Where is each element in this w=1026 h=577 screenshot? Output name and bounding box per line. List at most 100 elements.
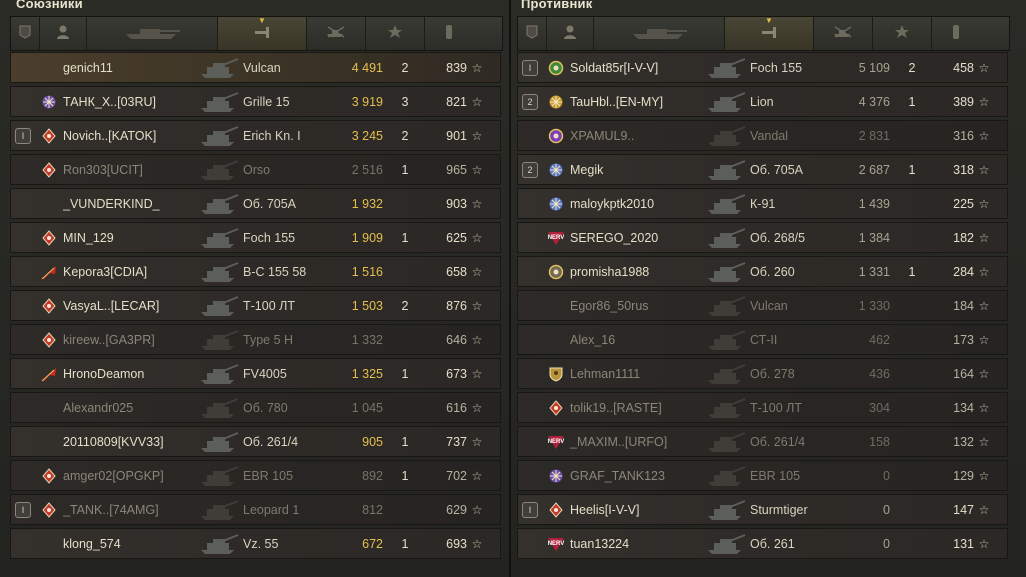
enemies-header-frags-column[interactable] xyxy=(814,17,873,50)
clan-cell xyxy=(542,60,570,76)
frags-value: 2 xyxy=(908,60,916,75)
tank-image xyxy=(193,393,243,422)
enemy-player-row[interactable]: GRAF_TANK123 EBR 105 0 129 ☆ xyxy=(517,460,1008,491)
ally-player-row[interactable]: VasyaL..[LECAR] Т-100 ЛТ 1 503 2 876 ☆ xyxy=(10,290,501,321)
clan-cell xyxy=(35,127,63,144)
allies-header-xp-star-column[interactable] xyxy=(366,17,425,50)
xp-value: 389 xyxy=(953,94,974,109)
tank-name: Vandal xyxy=(750,128,788,143)
player-name: SEREGO_2020 xyxy=(570,230,659,245)
player-name: Alexandr025 xyxy=(63,400,134,415)
clan-cell xyxy=(542,196,570,212)
player-name: Novich..[KATOK] xyxy=(63,128,157,143)
ally-player-row[interactable]: Ron303[UCIT] Orso 2 516 1 965 ☆ xyxy=(10,154,501,185)
enemy-player-row[interactable]: Egor86_50rus Vulcan 1 330 184 ☆ xyxy=(517,290,1008,321)
enemy-player-row[interactable]: Lehman1111 Об. 278 436 164 ☆ xyxy=(517,358,1008,389)
clan-cell xyxy=(35,297,63,314)
enemies-header-medal-column[interactable] xyxy=(932,17,980,50)
enemy-player-row[interactable]: maloykptk2010 К-91 1 439 225 ☆ xyxy=(517,188,1008,219)
ally-player-row[interactable]: ТАНК_Х..[03RU] Grille 15 3 919 3 821 ☆ xyxy=(10,86,501,117)
ally-player-row[interactable]: genich11 Vulcan 4 491 2 839 ☆ xyxy=(10,52,501,83)
ally-player-row[interactable]: kireew..[GA3PR] Type 5 H 1 332 646 ☆ xyxy=(10,324,501,355)
player-name: Soldat85r[I-V-V] xyxy=(570,60,659,75)
allies-header-medal-column[interactable] xyxy=(425,17,473,50)
ally-player-row[interactable]: 20110809[KVV33] Об. 261/4 905 1 737 ☆ xyxy=(10,426,501,457)
allies-header-player-column[interactable] xyxy=(40,17,87,50)
tank-image xyxy=(193,461,243,490)
xp-value: 225 xyxy=(953,196,974,211)
clan-ring-icon xyxy=(548,60,564,76)
enemy-player-row[interactable]: 2 TauHbl..[EN-MY] Lion 4 376 1 389 ☆ xyxy=(517,86,1008,117)
damage-value: 1 909 xyxy=(351,230,383,245)
enemy-player-row[interactable]: XPAMUL9.. Vandal 2 831 316 ☆ xyxy=(517,120,1008,151)
ally-player-row[interactable]: Alexandr025 Об. 780 1 045 616 ☆ xyxy=(10,392,501,423)
ally-player-row[interactable]: klong_574 Vz. 55 672 1 693 ☆ xyxy=(10,528,501,559)
enemy-player-row[interactable]: I Soldat85r[I-V-V] Foch 155 5 109 2 458 ☆ xyxy=(517,52,1008,83)
enemy-player-row[interactable]: tolik19..[RASTE] Т-100 ЛТ 304 134 ☆ xyxy=(517,392,1008,423)
enemies-header-damage-column[interactable]: ▼ xyxy=(725,17,814,50)
clan-cell: NERV xyxy=(542,434,570,450)
ally-player-row[interactable]: HronoDeamon FV4005 1 325 1 673 ☆ xyxy=(10,358,501,389)
allies-header-frags-column[interactable] xyxy=(307,17,366,50)
platoon-rank-icon: I xyxy=(15,501,31,518)
clan-crest-icon xyxy=(548,468,564,484)
tank-name: Т-100 ЛТ xyxy=(243,298,295,313)
allies-rows: genich11 Vulcan 4 491 2 839 ☆ ТАНК_Х..[03RU] Gr… xyxy=(10,52,501,562)
sort-marker-icon: ▼ xyxy=(765,16,773,25)
enemy-player-row[interactable]: 2 Megik Об. 705А 2 687 1 318 ☆ xyxy=(517,154,1008,185)
xp-value: 901 xyxy=(446,128,467,143)
ally-player-row[interactable]: I _TANK..[74AMG] Leopard 1 812 629 ☆ xyxy=(10,494,501,525)
allies-header-damage-column[interactable]: ▼ xyxy=(218,17,307,50)
enemy-player-row[interactable]: NERV tuan13224 Об. 261 0 131 ☆ xyxy=(517,528,1008,559)
tank-image xyxy=(193,359,243,388)
ally-player-row[interactable]: I Novich..[KATOK] Erich Kn. I 3 245 2 901 ☆ xyxy=(10,120,501,151)
enemies-header-rank-column[interactable] xyxy=(518,17,547,50)
xp-value: 134 xyxy=(953,400,974,415)
damage-value: 892 xyxy=(362,468,383,483)
enemy-player-row[interactable]: promisha1988 Об. 260 1 331 1 284 ☆ xyxy=(517,256,1008,287)
sort-marker-icon: ▼ xyxy=(258,16,266,25)
clan-flag-icon xyxy=(40,264,58,280)
tank-image xyxy=(700,427,750,456)
tank-image xyxy=(193,529,243,558)
tank-silhouette-icon xyxy=(199,533,239,555)
ally-player-row[interactable]: Kepora3[CDIA] В-С 155 58 1 516 658 ☆ xyxy=(10,256,501,287)
rank-cell: I xyxy=(518,501,542,518)
tank-image xyxy=(193,291,243,320)
tank-name: Об. 780 xyxy=(243,400,288,415)
allies-header-tank-column[interactable] xyxy=(87,17,218,50)
damage-value: 4 376 xyxy=(858,94,890,109)
xp-star-icon: ☆ xyxy=(471,434,483,449)
clan-nerv-icon: NERV xyxy=(547,536,565,552)
tank-name: EBR 105 xyxy=(750,468,801,483)
enemy-player-row[interactable]: Alex_16 СТ-II 462 173 ☆ xyxy=(517,324,1008,355)
clan-diamond-icon xyxy=(41,501,57,518)
ally-player-row[interactable]: _VUNDERKIND_ Об. 705А 1 932 903 ☆ xyxy=(10,188,501,219)
ally-player-row[interactable]: amger02[OPGKP] EBR 105 892 1 702 ☆ xyxy=(10,460,501,491)
allies-header-rank-column[interactable] xyxy=(11,17,40,50)
enemies-header-player-column[interactable] xyxy=(547,17,594,50)
damage-value: 1 330 xyxy=(858,298,890,313)
enemies-title: Противник xyxy=(521,0,593,11)
tank-image xyxy=(700,223,750,252)
enemy-player-row[interactable]: NERV SEREGO_2020 Об. 268/5 1 384 182 ☆ xyxy=(517,222,1008,253)
ally-player-row[interactable]: MIN_129 Foch 155 1 909 1 625 ☆ xyxy=(10,222,501,253)
tank-image xyxy=(193,87,243,116)
xp-star-icon: ☆ xyxy=(978,94,990,109)
xp-star-icon: ☆ xyxy=(978,264,990,279)
tank-silhouette-icon xyxy=(706,91,746,113)
player-icon xyxy=(562,24,578,43)
xp-value: 821 xyxy=(446,94,467,109)
frags-value: 2 xyxy=(401,60,409,75)
allies-title: Союзники xyxy=(16,0,83,11)
tank-name: Об. 260 xyxy=(750,264,795,279)
damage-value: 3 919 xyxy=(351,94,383,109)
clan-cell xyxy=(542,366,570,382)
enemies-header-tank-column[interactable] xyxy=(594,17,725,50)
enemy-player-row[interactable]: I Heelis[I-V-V] Sturmtiger 0 147 ☆ xyxy=(517,494,1008,525)
damage-value: 2 516 xyxy=(351,162,383,177)
enemies-header-xp-star-column[interactable] xyxy=(873,17,932,50)
player-name: HronoDeamon xyxy=(63,366,145,381)
enemy-player-row[interactable]: NERV _MAXIM..[URFO] Об. 261/4 158 132 ☆ xyxy=(517,426,1008,457)
tank-silhouette-icon xyxy=(706,465,746,487)
